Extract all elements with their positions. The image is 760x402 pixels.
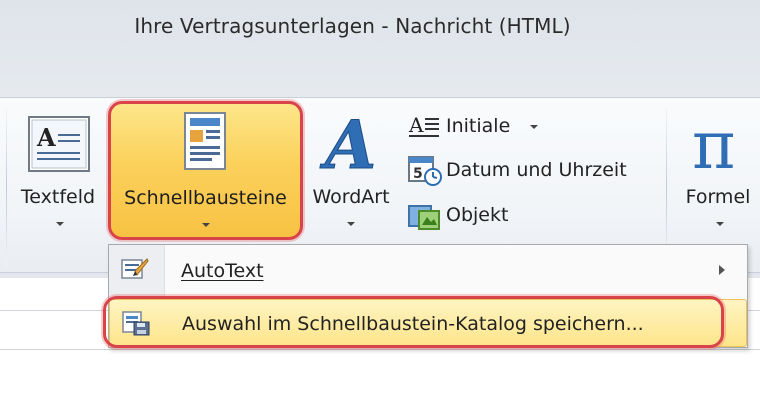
pi-icon: π bbox=[692, 114, 735, 176]
autotext-icon bbox=[121, 258, 149, 279]
submenu-arrow-icon bbox=[719, 265, 725, 275]
window-title: Ihre Vertragsunterlagen - Nachricht (HTM… bbox=[134, 14, 571, 38]
svg-text:π: π bbox=[692, 114, 735, 176]
object-button[interactable]: Objekt bbox=[406, 201, 546, 231]
datetime-label: Datum und Uhrzeit bbox=[446, 159, 627, 181]
svg-text:5: 5 bbox=[413, 166, 423, 182]
chevron-down-icon bbox=[202, 223, 210, 227]
dropcap-label: Initiale bbox=[446, 115, 511, 137]
group-separator bbox=[6, 108, 7, 268]
wordart-icon: A bbox=[319, 112, 377, 178]
menu-item-autotext[interactable]: AutoText bbox=[109, 247, 747, 295]
annotation-highlight bbox=[103, 296, 724, 348]
chevron-down-icon bbox=[56, 222, 64, 226]
quickparts-icon bbox=[184, 112, 226, 170]
wordart-label: WordArt bbox=[312, 186, 390, 208]
wordart-button[interactable]: A WordArt bbox=[303, 110, 399, 235]
quickparts-label: Schnellbausteine bbox=[124, 187, 287, 209]
chevron-down-icon bbox=[716, 222, 724, 226]
svg-text:A: A bbox=[408, 114, 424, 137]
object-label: Objekt bbox=[446, 204, 509, 226]
quickparts-button[interactable]: Schnellbausteine bbox=[108, 101, 303, 240]
title-bar: Ihre Vertragsunterlagen - Nachricht (HTM… bbox=[0, 0, 760, 97]
textbox-label: Textfeld bbox=[20, 186, 96, 208]
object-icon bbox=[408, 205, 440, 230]
svg-text:A: A bbox=[319, 112, 376, 178]
dropcap-button[interactable]: A Initiale bbox=[406, 112, 546, 142]
autotext-label: AutoText bbox=[181, 260, 264, 282]
chevron-down-icon bbox=[530, 125, 538, 129]
dropcap-icon: A bbox=[408, 114, 439, 137]
svg-text:A: A bbox=[36, 123, 56, 152]
calendar-clock-icon: 5 bbox=[408, 156, 442, 186]
datetime-button[interactable]: 5 Datum und Uhrzeit bbox=[406, 156, 656, 186]
textbox-button[interactable]: A Textfeld bbox=[10, 110, 106, 235]
chevron-down-icon bbox=[347, 222, 355, 226]
equation-button[interactable]: π Formel bbox=[676, 110, 760, 235]
textbox-icon: A bbox=[28, 116, 90, 172]
equation-label: Formel bbox=[685, 186, 751, 208]
